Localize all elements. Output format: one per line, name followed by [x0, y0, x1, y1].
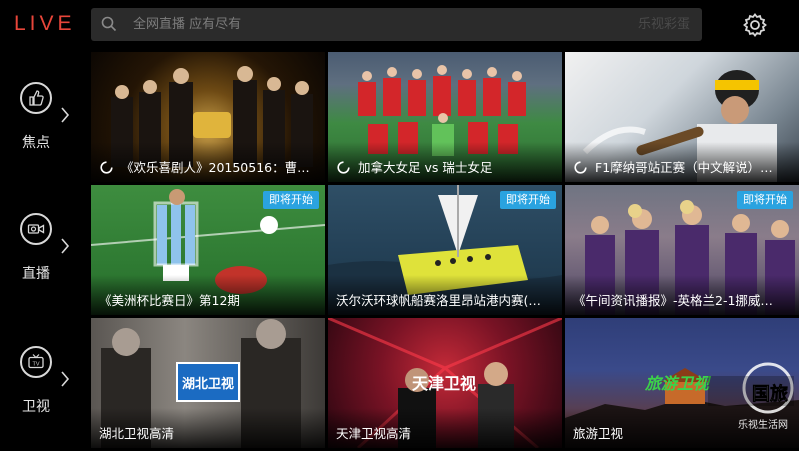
- upcoming-badge: 即将开始: [737, 191, 793, 209]
- program-title: 沃尔沃环球帆船赛洛里昂站港内赛(…: [336, 293, 541, 308]
- channel-logo: 湖北卫视: [176, 362, 240, 402]
- sidebar: 焦点 直播 TV 卫视: [0, 52, 90, 451]
- sidebar-item-focus[interactable]: 焦点: [0, 82, 90, 192]
- sidebar-item-label: 焦点: [22, 135, 50, 151]
- search-icon: [101, 16, 117, 32]
- loading-icon: [574, 161, 587, 174]
- program-tile[interactable]: 即将开始 《午间资讯播报》-英格兰2-1挪威…: [565, 185, 799, 315]
- loading-icon: [337, 161, 350, 174]
- program-tile[interactable]: 《欢乐喜剧人》20150516：曹…: [91, 52, 325, 182]
- focus-icon: [20, 82, 52, 114]
- loading-icon: [100, 161, 113, 174]
- channel-title: 天津卫视高清: [336, 426, 412, 441]
- chevron-right-icon: [61, 238, 70, 254]
- camera-icon: [20, 213, 52, 245]
- program-title: 《午间资讯播报》-英格兰2-1挪威…: [573, 293, 773, 308]
- program-tile[interactable]: 即将开始 沃尔沃环球帆船赛洛里昂站港内赛(…: [328, 185, 562, 315]
- svg-text:TV: TV: [32, 361, 39, 367]
- app-logo: LIVE: [14, 12, 76, 35]
- channel-title: 湖北卫视高清: [99, 426, 175, 441]
- program-tile[interactable]: 即将开始 《美洲杯比赛日》第12期: [91, 185, 325, 315]
- sidebar-item-label: 卫视: [22, 399, 50, 415]
- program-title: 《欢乐喜剧人》20150516：曹…: [121, 160, 310, 175]
- channel-logo: 天津卫视: [411, 374, 476, 393]
- upcoming-badge: 即将开始: [263, 191, 319, 209]
- program-tile[interactable]: F1摩纳哥站正赛（中文解说）…: [565, 52, 799, 182]
- search-placeholder: 全网直播 应有尽有: [133, 17, 242, 32]
- tv-icon: TV: [20, 346, 52, 378]
- watermark-logo: 国旅 乐视生活网: [620, 356, 796, 438]
- upcoming-badge: 即将开始: [500, 191, 556, 209]
- sidebar-item-tv[interactable]: TV 卫视: [0, 346, 90, 451]
- svg-text:国旅: 国旅: [752, 383, 788, 404]
- channel-tile[interactable]: 湖北卫视 湖北卫视高清: [91, 318, 325, 448]
- gear-icon[interactable]: [742, 12, 768, 38]
- channel-tile[interactable]: 天津卫视 天津卫视高清: [328, 318, 562, 448]
- search-bar[interactable]: 全网直播 应有尽有 乐视彩蛋: [91, 8, 702, 41]
- program-tile[interactable]: 加拿大女足 vs 瑞士女足: [328, 52, 562, 182]
- svg-text:乐视生活网: 乐视生活网: [738, 418, 788, 431]
- sidebar-item-live[interactable]: 直播: [0, 213, 90, 323]
- chevron-right-icon: [61, 371, 70, 387]
- sidebar-item-label: 直播: [22, 266, 50, 282]
- search-hint: 乐视彩蛋: [637, 17, 690, 32]
- program-title: 加拿大女足 vs 瑞士女足: [358, 160, 493, 175]
- chevron-right-icon: [61, 107, 70, 123]
- program-title: F1摩纳哥站正赛（中文解说）…: [595, 160, 773, 175]
- program-title: 《美洲杯比赛日》第12期: [99, 293, 240, 308]
